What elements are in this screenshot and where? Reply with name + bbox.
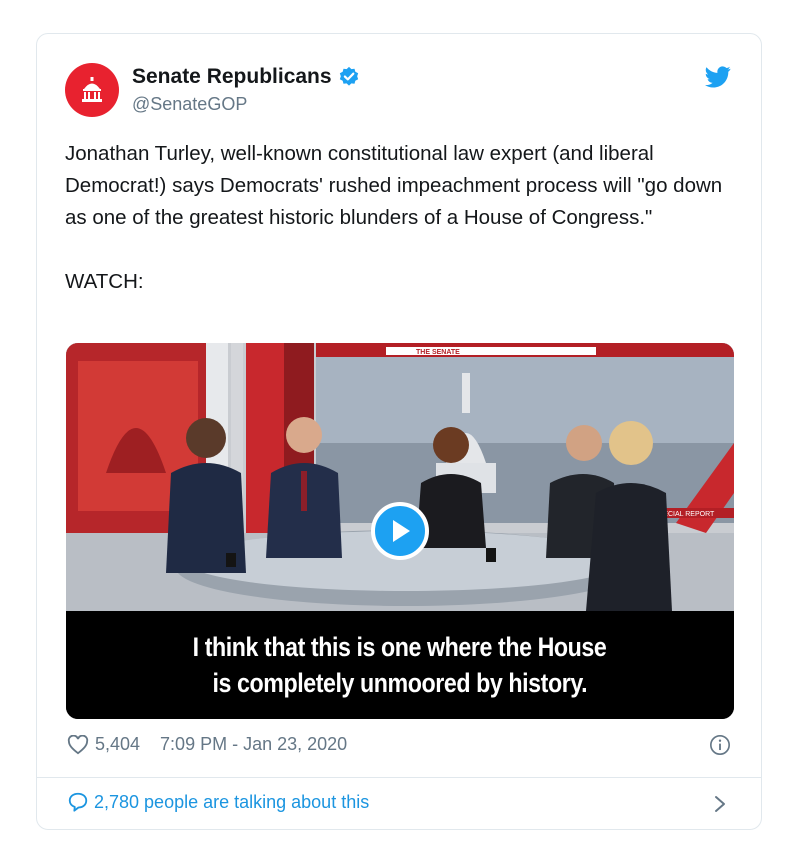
watch-label: WATCH: bbox=[65, 270, 144, 293]
speech-bubble-icon bbox=[68, 792, 88, 812]
avatar[interactable] bbox=[65, 63, 119, 117]
video-caption: I think that this is one where the House… bbox=[66, 611, 734, 719]
chevron-right-icon[interactable] bbox=[713, 794, 727, 814]
set-text-top: THE SENATE bbox=[416, 349, 460, 356]
twitter-bird-icon[interactable] bbox=[705, 66, 731, 88]
heart-icon[interactable] bbox=[67, 734, 89, 755]
tweet-timestamp[interactable]: 7:09 PM - Jan 23, 2020 bbox=[160, 734, 347, 755]
author-name[interactable]: Senate Republicans bbox=[132, 65, 332, 89]
footer-divider bbox=[37, 777, 761, 778]
video-player[interactable]: THE SENATE SPECIAL REPORT I think that t… bbox=[66, 343, 734, 719]
author-name-row[interactable]: Senate Republicans bbox=[132, 65, 360, 89]
news-panel-scene: THE SENATE SPECIAL REPORT bbox=[66, 343, 734, 611]
info-icon[interactable] bbox=[709, 734, 731, 756]
talking-count[interactable]: 2,780 people are talking about this bbox=[94, 792, 369, 813]
like-count[interactable]: 5,404 bbox=[95, 734, 140, 755]
tweet-text-block: Jonathan Turley, well-known constitution… bbox=[65, 138, 735, 298]
tweet-body: Jonathan Turley, well-known constitution… bbox=[65, 142, 723, 229]
conversation-link[interactable]: 2,780 people are talking about this bbox=[67, 791, 369, 813]
caption-line-2: is completely unmoored by history. bbox=[212, 668, 588, 698]
tweet-card[interactable]: Senate Republicans @SenateGOP Jonathan T… bbox=[36, 33, 762, 830]
author-handle[interactable]: @SenateGOP bbox=[132, 94, 247, 115]
play-button[interactable] bbox=[371, 502, 429, 560]
verified-badge-icon bbox=[339, 66, 358, 86]
caption-line-1: I think that this is one where the House bbox=[193, 632, 607, 662]
play-icon bbox=[393, 520, 410, 542]
capitol-icon bbox=[82, 77, 102, 102]
tweet-meta-row: 5,404 7:09 PM - Jan 23, 2020 bbox=[67, 734, 347, 755]
